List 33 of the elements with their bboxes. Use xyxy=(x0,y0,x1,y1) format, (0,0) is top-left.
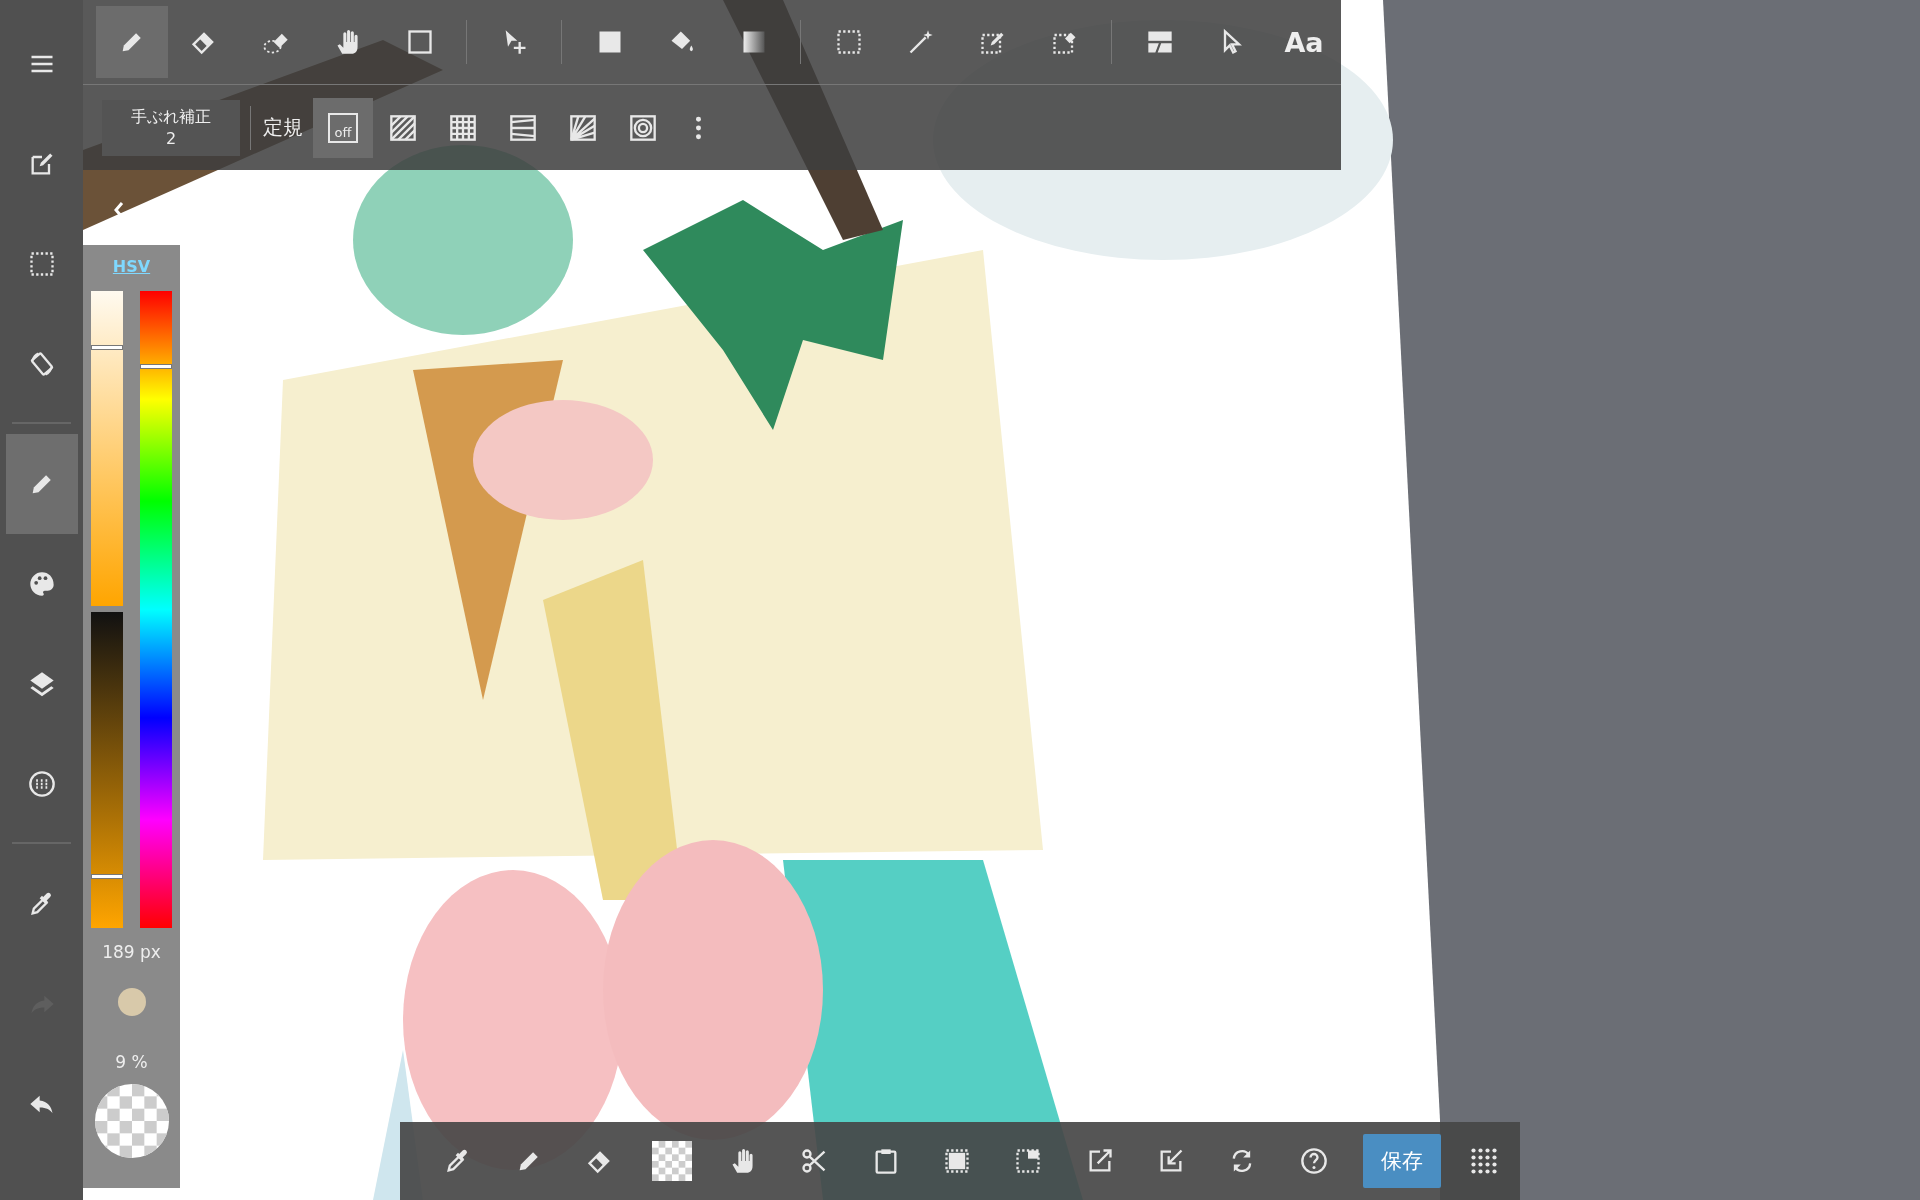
selection-icon xyxy=(835,28,863,56)
apps-grid-icon xyxy=(1470,1147,1499,1175)
stabilizer-button[interactable]: 手ぶれ補正 2 xyxy=(102,99,240,156)
text-tool-button[interactable]: Aa xyxy=(1268,6,1340,78)
square-icon xyxy=(406,28,434,56)
select-all-icon xyxy=(943,1147,972,1175)
transparent-swatch-icon xyxy=(651,1141,692,1181)
more-icon xyxy=(694,114,702,141)
hue-slider[interactable] xyxy=(140,291,172,928)
perspective-ruler-icon xyxy=(509,113,537,142)
saturation-slider[interactable] xyxy=(91,291,123,606)
slider-thumb[interactable] xyxy=(91,344,123,350)
material-icon xyxy=(28,770,56,798)
palette-icon xyxy=(28,570,56,598)
radial-ruler-icon xyxy=(569,113,597,142)
concentric-ruler-icon xyxy=(629,113,657,142)
grid-ruler-icon xyxy=(449,113,477,142)
pen-tool-button[interactable] xyxy=(96,6,168,78)
brush-size[interactable]: 189 px xyxy=(102,942,161,962)
slider-thumb[interactable] xyxy=(91,874,123,880)
color-mode-link[interactable]: HSV xyxy=(112,257,151,277)
save-button[interactable]: 保存 xyxy=(1363,1134,1441,1188)
ruler-label: 定規 xyxy=(263,114,303,141)
slider-thumb[interactable] xyxy=(140,364,172,370)
selection-icon xyxy=(28,250,56,278)
diagonal-ruler-icon xyxy=(389,113,417,142)
layers-icon xyxy=(28,670,56,698)
deselect-icon xyxy=(1014,1147,1043,1175)
ruler-off-button[interactable]: off xyxy=(313,97,373,158)
help-icon xyxy=(1299,1147,1328,1175)
opacity-value[interactable]: 9 % xyxy=(115,1052,148,1072)
brightness-slider[interactable] xyxy=(91,612,123,928)
rotate-icon xyxy=(28,350,56,378)
